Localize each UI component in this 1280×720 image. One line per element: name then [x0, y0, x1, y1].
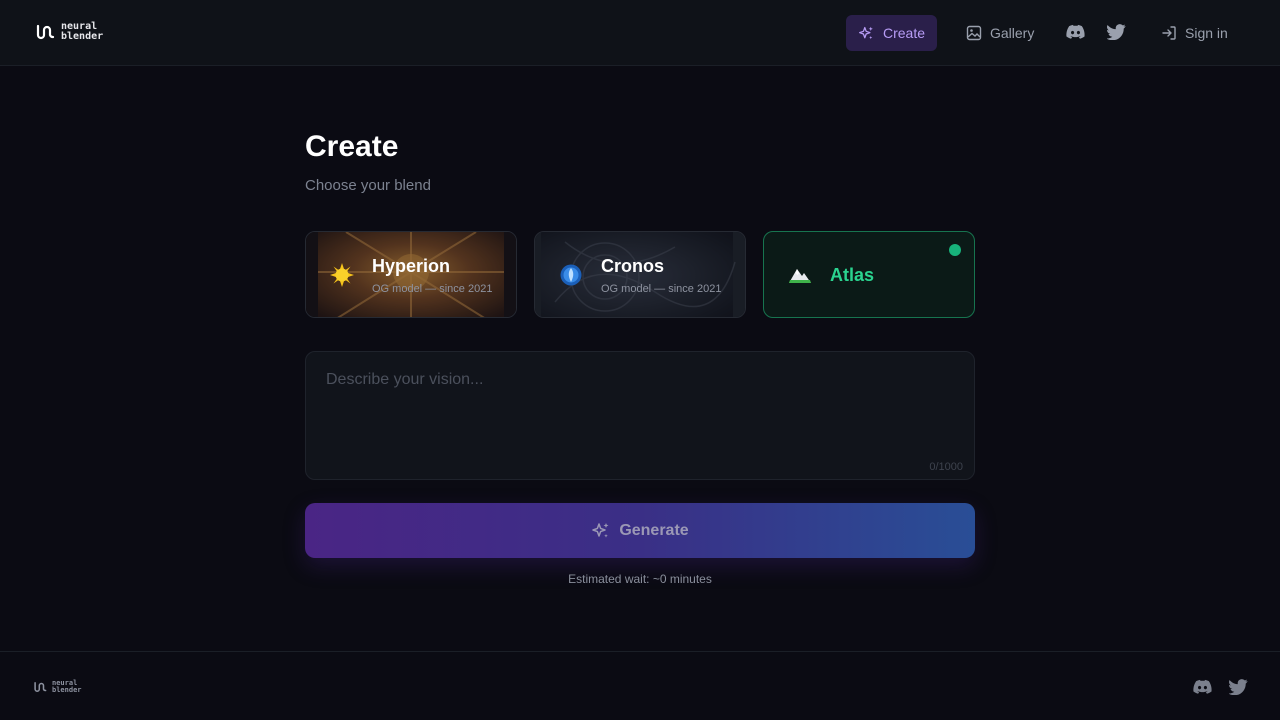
nav-gallery-link[interactable]: Gallery [954, 15, 1046, 51]
discord-link[interactable] [1066, 24, 1085, 45]
nav-create-button[interactable]: Create [846, 15, 938, 51]
model-card-atlas[interactable]: Atlas [763, 231, 975, 318]
footer-discord-link[interactable] [1193, 679, 1212, 700]
discord-icon [1066, 24, 1085, 39]
logo[interactable]: neural blender [35, 22, 103, 42]
twitter-link[interactable] [1106, 24, 1126, 45]
sun-icon [330, 263, 354, 287]
logo-line2: blender [61, 31, 104, 42]
prompt-box: 0/1000 [305, 351, 975, 480]
footer-logo[interactable]: neural blender [33, 680, 82, 694]
twitter-icon [1228, 679, 1248, 696]
page-title: Create [305, 130, 399, 163]
orb-icon [560, 264, 582, 286]
estimated-wait: Estimated wait: ~0 minutes [568, 572, 712, 586]
image-icon [966, 25, 982, 41]
logo-text: neural blender [61, 22, 103, 42]
footer-logo-line2: blender [52, 686, 82, 694]
model-name: Cronos [601, 256, 664, 276]
model-name: Atlas [830, 265, 875, 285]
model-desc: OG model — since 2021 [372, 283, 493, 295]
sign-in-button[interactable]: Sign in [1149, 15, 1240, 51]
model-desc: OG model — since 2021 [601, 283, 722, 295]
selected-indicator [949, 244, 961, 256]
logo-icon [36, 24, 55, 40]
discord-icon [1193, 679, 1212, 694]
sparkles-icon [859, 26, 873, 39]
character-counter: 0/1000 [929, 461, 963, 473]
sign-in-label: Sign in [1185, 25, 1228, 41]
top-nav: neural blender Create Gallery Sign in [0, 0, 1280, 66]
page-subtitle: Choose your blend [305, 177, 431, 194]
footer-logo-text: neural blender [52, 680, 82, 694]
nav-create-label: Create [883, 25, 926, 41]
model-card-cronos[interactable]: Cronos OG model — since 2021 [534, 231, 746, 318]
footer-twitter-link[interactable] [1228, 679, 1248, 700]
generate-button[interactable]: Generate [305, 503, 975, 558]
model-card-hyperion[interactable]: Hyperion OG model — since 2021 [305, 231, 517, 318]
prompt-input[interactable] [306, 352, 974, 479]
logo-icon [34, 682, 47, 692]
footer: neural blender [0, 651, 1280, 720]
sign-in-icon [1162, 26, 1176, 40]
model-name: Hyperion [372, 256, 451, 276]
nav-gallery-label: Gallery [990, 25, 1035, 41]
generate-label: Generate [619, 521, 689, 539]
twitter-icon [1106, 24, 1126, 41]
sparkles-icon [592, 522, 609, 538]
mountain-icon [789, 269, 811, 283]
